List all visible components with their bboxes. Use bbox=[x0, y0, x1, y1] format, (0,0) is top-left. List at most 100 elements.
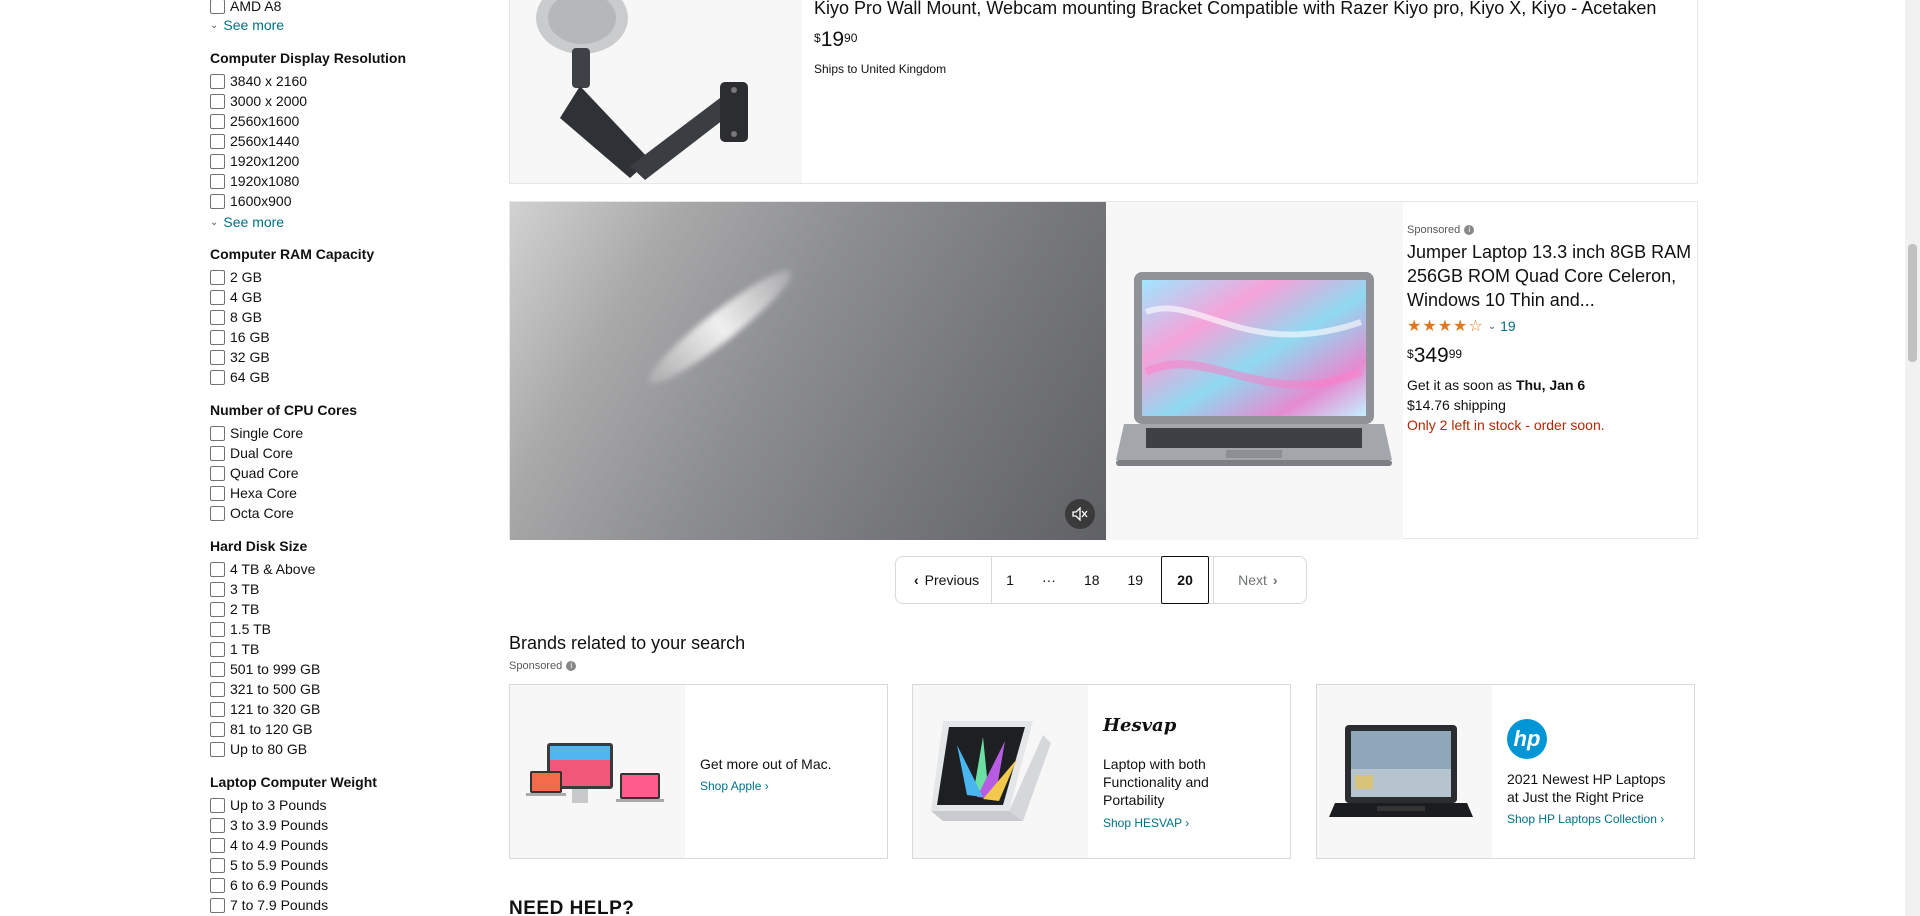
sponsored-label[interactable]: Sponsored i bbox=[1407, 224, 1475, 236]
checkbox[interactable] bbox=[210, 797, 225, 813]
see-more-link[interactable]: ⌄ See more bbox=[210, 214, 284, 230]
checkbox[interactable] bbox=[210, 309, 225, 325]
checkbox[interactable] bbox=[210, 369, 225, 385]
filter-option[interactable]: 4 GB bbox=[210, 288, 262, 306]
product-image-kiyo-mount[interactable] bbox=[510, 0, 802, 183]
page-scrollbar[interactable] bbox=[1905, 0, 1920, 916]
checkbox[interactable] bbox=[210, 153, 225, 169]
checkbox[interactable] bbox=[210, 681, 225, 697]
pagination-previous[interactable]: ‹ Previous bbox=[896, 557, 993, 603]
filter-option[interactable]: 7 to 7.9 Pounds bbox=[210, 896, 328, 914]
product-video[interactable] bbox=[510, 202, 1106, 540]
pagination-page-1[interactable]: 1 bbox=[992, 557, 1028, 603]
brand-card-link[interactable]: Shop HP Laptops Collection › bbox=[1507, 812, 1664, 826]
rating-count[interactable]: 19 bbox=[1500, 318, 1516, 334]
pagination-page-18[interactable]: 18 bbox=[1070, 557, 1114, 603]
product-title-jumper[interactable]: Jumper Laptop 13.3 inch 8GB RAM 256GB RO… bbox=[1407, 240, 1692, 312]
filter-option[interactable]: 3 to 3.9 Pounds bbox=[210, 816, 328, 834]
filter-option[interactable]: 501 to 999 GB bbox=[210, 660, 320, 678]
checkbox[interactable] bbox=[210, 877, 225, 893]
filter-option[interactable]: 2 TB bbox=[210, 600, 259, 618]
mute-icon[interactable] bbox=[1065, 499, 1095, 529]
chevron-down-icon[interactable]: ⌄ bbox=[1488, 321, 1496, 332]
filter-option[interactable]: 64 GB bbox=[210, 368, 270, 386]
filter-option[interactable]: 4 to 4.9 Pounds bbox=[210, 836, 328, 854]
checkbox[interactable] bbox=[210, 445, 225, 461]
brand-card-hesvap[interactable]: Hesvap Laptop with both Functionality an… bbox=[912, 684, 1291, 859]
checkbox[interactable] bbox=[210, 721, 225, 737]
checkbox[interactable] bbox=[210, 581, 225, 597]
brand-card-apple[interactable]: Get more out of Mac. Shop Apple › bbox=[509, 684, 888, 859]
brands-sponsored-label[interactable]: Sponsored i bbox=[509, 660, 577, 672]
checkbox[interactable] bbox=[210, 93, 225, 109]
filter-option[interactable]: Octa Core bbox=[210, 504, 294, 522]
checkbox[interactable] bbox=[210, 561, 225, 577]
filter-option[interactable]: 2 GB bbox=[210, 268, 262, 286]
checkbox[interactable] bbox=[210, 73, 225, 89]
filter-option[interactable]: 3 TB bbox=[210, 580, 259, 598]
brand-card-link[interactable]: Shop HESVAP › bbox=[1103, 816, 1189, 830]
filter-option[interactable]: 1920x1080 bbox=[210, 172, 299, 190]
checkbox[interactable] bbox=[210, 701, 225, 717]
checkbox[interactable] bbox=[210, 269, 225, 285]
checkbox[interactable] bbox=[210, 329, 225, 345]
filter-option[interactable]: 32 GB bbox=[210, 348, 270, 366]
checkbox[interactable] bbox=[210, 621, 225, 637]
checkbox[interactable] bbox=[210, 485, 225, 501]
scrollbar-thumb[interactable] bbox=[1908, 244, 1917, 362]
see-more-link[interactable]: ⌄ See more bbox=[210, 17, 284, 33]
filter-option[interactable]: Single Core bbox=[210, 424, 303, 442]
checkbox[interactable] bbox=[210, 173, 225, 189]
filter-option[interactable]: 81 to 120 GB bbox=[210, 720, 313, 738]
filter-option[interactable]: 5 to 5.9 Pounds bbox=[210, 856, 328, 874]
filter-option[interactable]: 121 to 320 GB bbox=[210, 700, 320, 718]
star-rating-icon[interactable]: ★★★★☆ bbox=[1407, 316, 1484, 336]
checkbox[interactable] bbox=[210, 505, 225, 521]
filter-option[interactable]: 2560x1440 bbox=[210, 132, 299, 150]
filter-option[interactable]: 6 to 6.9 Pounds bbox=[210, 876, 328, 894]
checkbox[interactable] bbox=[210, 741, 225, 757]
filter-option[interactable]: Hexa Core bbox=[210, 484, 297, 502]
checkbox[interactable] bbox=[210, 601, 225, 617]
checkbox[interactable] bbox=[210, 289, 225, 305]
filter-option[interactable]: Quad Core bbox=[210, 464, 298, 482]
checkbox[interactable] bbox=[210, 837, 225, 853]
filter-option[interactable]: 3000 x 2000 bbox=[210, 92, 307, 110]
filter-option[interactable]: 1600x900 bbox=[210, 192, 292, 210]
filter-option[interactable]: Dual Core bbox=[210, 444, 293, 462]
filter-option-amd-a8[interactable]: AMD A8 bbox=[210, 0, 281, 15]
filter-option[interactable]: Up to 3 Pounds bbox=[210, 796, 327, 814]
product-image-jumper-laptop[interactable] bbox=[1106, 202, 1403, 540]
rating-row[interactable]: ★★★★☆ ⌄ 19 bbox=[1407, 316, 1516, 336]
checkbox[interactable] bbox=[210, 349, 225, 365]
filter-option-label: 2560x1440 bbox=[230, 133, 300, 149]
filter-option[interactable]: 2560x1600 bbox=[210, 112, 299, 130]
checkbox[interactable] bbox=[210, 661, 225, 677]
info-icon[interactable]: i bbox=[1464, 225, 1475, 235]
filter-option[interactable]: 1920x1200 bbox=[210, 152, 299, 170]
checkbox[interactable] bbox=[210, 113, 225, 129]
filter-option[interactable]: 1 TB bbox=[210, 640, 259, 658]
filter-option[interactable]: 4 TB & Above bbox=[210, 560, 315, 578]
product-title-kiyo[interactable]: Kiyo Pro Wall Mount, Webcam mounting Bra… bbox=[814, 0, 1656, 19]
filter-option[interactable]: Up to 80 GB bbox=[210, 740, 307, 758]
checkbox[interactable] bbox=[210, 425, 225, 441]
brand-card-link[interactable]: Shop Apple › bbox=[700, 779, 769, 793]
filter-option[interactable]: 321 to 500 GB bbox=[210, 680, 320, 698]
filter-option[interactable]: 16 GB bbox=[210, 328, 270, 346]
filter-option[interactable]: 1.5 TB bbox=[210, 620, 271, 638]
filter-option[interactable]: 3840 x 2160 bbox=[210, 72, 307, 90]
checkbox[interactable] bbox=[210, 817, 225, 833]
brand-card-hp[interactable]: hp 2021 Newest HP Laptops at Just the Ri… bbox=[1316, 684, 1695, 859]
checkbox[interactable] bbox=[210, 897, 225, 913]
checkbox[interactable] bbox=[210, 641, 225, 657]
info-icon[interactable]: i bbox=[566, 661, 577, 671]
checkbox[interactable] bbox=[210, 857, 225, 873]
checkbox[interactable] bbox=[210, 465, 225, 481]
filter-option[interactable]: 8 GB bbox=[210, 308, 262, 326]
checkbox[interactable] bbox=[210, 193, 225, 209]
checkbox[interactable] bbox=[210, 0, 225, 14]
filter-option-label: 3840 x 2160 bbox=[230, 73, 308, 89]
pagination-page-19[interactable]: 19 bbox=[1114, 557, 1158, 603]
checkbox[interactable] bbox=[210, 133, 225, 149]
